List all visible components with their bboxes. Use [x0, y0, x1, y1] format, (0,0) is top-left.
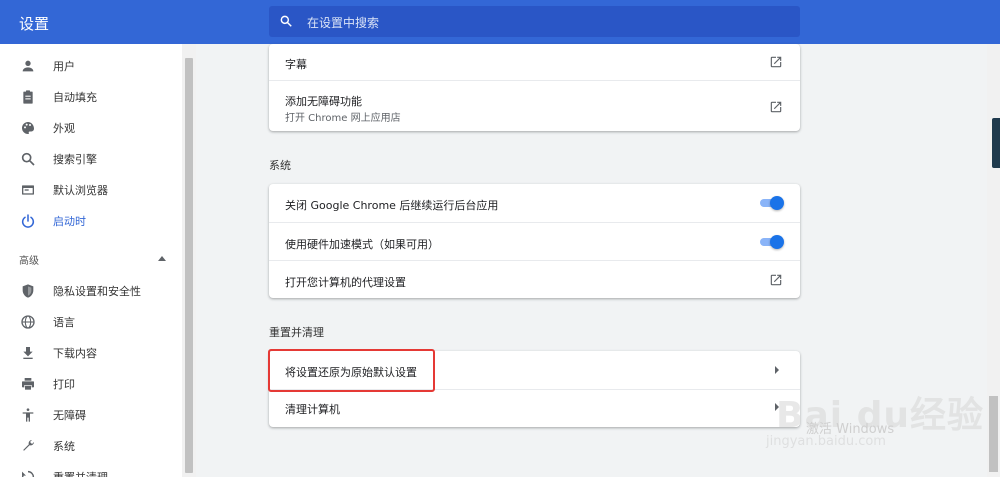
sidebar-item-label: 搜索引擎: [53, 153, 97, 166]
highlight-annotation: [268, 349, 435, 392]
proxy-label: 打开您计算机的代理设置: [285, 276, 406, 289]
sidebar-scrollbar-thumb[interactable]: [185, 58, 193, 473]
accessibility-icon: [22, 408, 34, 422]
sidebar-item-default-browser[interactable]: 默认浏览器: [0, 178, 182, 202]
background-apps-row[interactable]: 关闭 Google Chrome 后继续运行后台应用: [269, 184, 800, 222]
toggle-knob: [770, 196, 784, 210]
chevron-right-icon: [775, 366, 779, 374]
captions-label: 字幕: [285, 58, 307, 71]
reset-icon: [21, 470, 35, 477]
system-section-title: 系统: [269, 159, 291, 172]
download-icon: [23, 347, 33, 359]
page-title: 设置: [19, 15, 50, 33]
sidebar-item-printing[interactable]: 打印: [0, 372, 182, 396]
search-box[interactable]: [269, 6, 800, 37]
sidebar-item-search-engine[interactable]: 搜索引擎: [0, 147, 182, 171]
wrench-icon: [23, 439, 35, 451]
sidebar-item-label: 自动填充: [53, 91, 97, 104]
browser-window-icon: [22, 185, 34, 195]
cleanup-computer-row[interactable]: 清理计算机: [269, 389, 800, 427]
caret-up-icon: [158, 256, 166, 261]
open-in-new-icon[interactable]: [769, 273, 783, 287]
person-icon: [22, 60, 34, 72]
search-input[interactable]: [305, 12, 789, 33]
add-features-label: 添加无障碍功能: [285, 95, 362, 108]
advanced-section-toggle[interactable]: 高级: [0, 248, 182, 270]
cleanup-label: 清理计算机: [285, 403, 340, 416]
accessibility-card: 字幕 添加无障碍功能 打开 Chrome 网上应用店: [269, 44, 800, 131]
toggle-knob: [770, 235, 784, 249]
search-icon: [21, 152, 35, 166]
sidebar-item-people[interactable]: 用户: [0, 54, 182, 78]
hardware-acceleration-row[interactable]: 使用硬件加速模式（如果可用）: [269, 222, 800, 261]
sidebar-item-privacy[interactable]: 隐私设置和安全性: [0, 279, 182, 303]
sidebar-item-label: 启动时: [53, 215, 86, 228]
printer-icon: [22, 378, 34, 391]
search-icon: [280, 15, 292, 27]
proxy-settings-row[interactable]: 打开您计算机的代理设置: [269, 260, 800, 298]
sidebar-item-label: 外观: [53, 122, 75, 135]
app-header: 设置: [0, 0, 1000, 44]
add-accessibility-features-row[interactable]: 添加无障碍功能 打开 Chrome 网上应用店: [269, 80, 800, 131]
sidebar-item-label: 用户: [53, 60, 75, 73]
captions-row[interactable]: 字幕: [269, 44, 800, 80]
sidebar-item-label: 隐私设置和安全性: [53, 285, 141, 298]
sidebar-item-accessibility[interactable]: 无障碍: [0, 403, 182, 427]
sidebar-item-label: 打印: [53, 378, 75, 391]
sidebar: 用户 自动填充 外观 搜索引擎 默认浏览器 启动时 高级 隐私设置和安全性 语言…: [0, 44, 182, 477]
palette-icon: [21, 122, 34, 134]
advanced-label: 高级: [19, 256, 39, 267]
page-scrollbar-thumb[interactable]: [989, 396, 998, 472]
sidebar-item-label: 无障碍: [53, 409, 86, 422]
power-icon: [21, 214, 35, 228]
side-gauge-widget: [992, 118, 1000, 168]
shield-icon: [22, 284, 34, 298]
sidebar-item-autofill[interactable]: 自动填充: [0, 85, 182, 109]
sidebar-item-reset[interactable]: 重置并清理: [0, 465, 182, 477]
open-in-new-icon[interactable]: [769, 100, 783, 114]
sidebar-item-label: 重置并清理: [53, 469, 108, 477]
sidebar-item-appearance[interactable]: 外观: [0, 116, 182, 140]
hardware-accel-toggle[interactable]: [758, 235, 784, 249]
sidebar-item-languages[interactable]: 语言: [0, 310, 182, 334]
system-card: 关闭 Google Chrome 后继续运行后台应用 使用硬件加速模式（如果可用…: [269, 184, 800, 298]
sidebar-item-downloads[interactable]: 下载内容: [0, 341, 182, 365]
sidebar-item-on-startup[interactable]: 启动时: [0, 209, 182, 233]
sidebar-item-system[interactable]: 系统: [0, 434, 182, 458]
globe-icon: [21, 315, 35, 329]
clipboard-icon: [23, 90, 33, 104]
activate-windows-text: 激活 Windows: [806, 422, 895, 437]
sidebar-item-label: 下载内容: [53, 347, 97, 360]
hardware-accel-label: 使用硬件加速模式（如果可用）: [285, 238, 439, 251]
open-in-new-icon[interactable]: [769, 55, 783, 69]
background-apps-label: 关闭 Google Chrome 后继续运行后台应用: [285, 199, 499, 212]
sidebar-item-label: 默认浏览器: [53, 184, 108, 197]
add-features-sublabel: 打开 Chrome 网上应用店: [285, 113, 401, 124]
background-apps-toggle[interactable]: [758, 196, 784, 210]
sidebar-item-label: 系统: [53, 440, 75, 453]
sidebar-item-label: 语言: [53, 316, 75, 329]
reset-section-title: 重置并清理: [269, 326, 324, 339]
